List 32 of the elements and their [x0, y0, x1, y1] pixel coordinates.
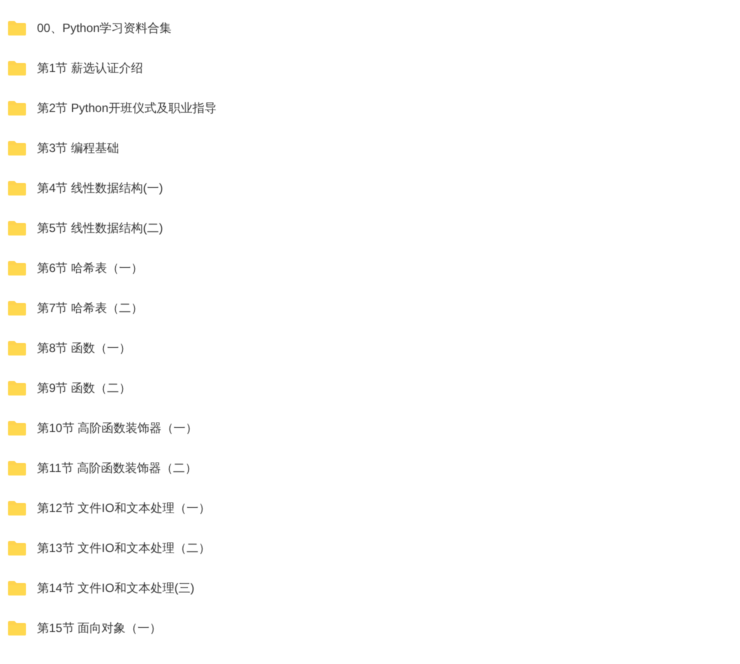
folder-name[interactable]: 第3节 编程基础 [37, 139, 120, 157]
folder-name[interactable]: 第5节 线性数据结构(二) [37, 219, 163, 237]
folder-icon [7, 500, 27, 516]
folder-name[interactable]: 第8节 函数（一） [37, 339, 132, 357]
folder-name[interactable]: 第1节 薪选认证介绍 [37, 59, 144, 77]
folder-icon [7, 260, 27, 276]
folder-icon [7, 620, 27, 636]
folder-name[interactable]: 第14节 文件IO和文本处理(三) [37, 579, 194, 597]
folder-icon [7, 460, 27, 476]
folder-icon [7, 380, 27, 396]
folder-name[interactable]: 第11节 高阶函数装饰器（二） [37, 459, 197, 477]
folder-name[interactable]: 第13节 文件IO和文本处理（二） [37, 539, 210, 557]
folder-name[interactable]: 第12节 文件IO和文本处理（一） [37, 499, 210, 517]
folder-icon [7, 20, 27, 36]
folder-name[interactable]: 第15节 面向对象（一） [37, 619, 162, 637]
folder-icon [7, 340, 27, 356]
folder-name[interactable]: 第2节 Python开班仪式及职业指导 [37, 99, 216, 117]
folder-icon [7, 300, 27, 316]
folder-name[interactable]: 第7节 哈希表（二） [37, 299, 144, 317]
folder-icon [7, 540, 27, 556]
folder-icon [7, 180, 27, 196]
folder-name[interactable]: 第10节 高阶函数装饰器（一） [37, 419, 198, 437]
folder-name[interactable]: 第9节 函数（二） [37, 379, 132, 397]
folder-icon [7, 140, 27, 156]
folder-icon [7, 100, 27, 116]
folder-icon [7, 60, 27, 76]
folder-name[interactable]: 第6节 哈希表（一） [37, 259, 144, 277]
folder-icon [7, 420, 27, 436]
folder-name[interactable]: 第4节 线性数据结构(一) [37, 179, 163, 197]
folder-icon [7, 580, 27, 596]
folder-name[interactable]: 00、Python学习资料合集 [37, 19, 172, 37]
folder-icon [7, 220, 27, 236]
